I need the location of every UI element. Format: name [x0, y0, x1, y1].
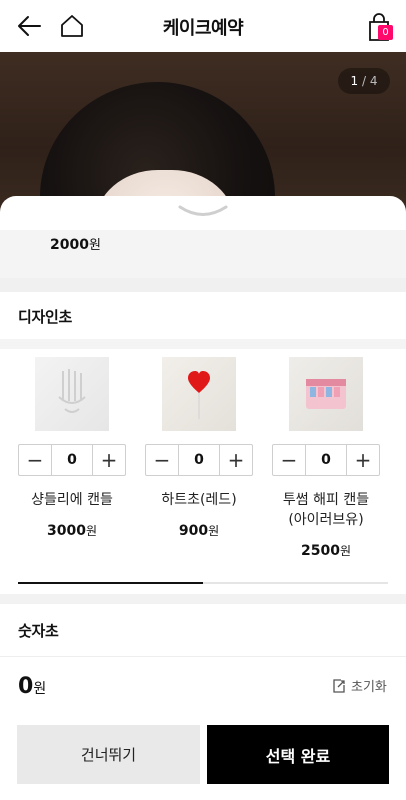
cart-count-badge: 0 [378, 25, 393, 40]
carousel-scrollbar[interactable] [18, 582, 388, 584]
option-bottom-sheet: 2000원 디자인초 − 0 + 샹들리에 캔들 3000원 − 0 + 하트초… [0, 196, 406, 800]
chevron-down-icon[interactable] [176, 204, 230, 220]
section-gap [0, 594, 406, 604]
heart-candle-graphic [188, 371, 210, 419]
previous-item-currency: 원 [88, 238, 101, 253]
confirm-selection-button[interactable]: 선택 완료 [207, 725, 389, 784]
product-currency: 원 [85, 524, 97, 538]
design-candle-title: 디자인초 [18, 308, 73, 326]
reset-button[interactable]: 초기화 [332, 676, 387, 695]
quantity-stepper: − 0 + [145, 444, 253, 476]
section-subband [0, 339, 406, 349]
product-price-value: 3000 [46, 523, 86, 539]
happy-candle-box-image[interactable] [289, 357, 363, 431]
image-counter-current: 1 [350, 74, 359, 88]
product-price-value: 2500 [300, 543, 340, 559]
product-name: 샹들리에 캔들 [31, 492, 113, 508]
quantity-value[interactable]: 0 [306, 445, 346, 475]
product-price: 2500원 [261, 542, 391, 559]
previous-item-price-value: 2000 [50, 237, 89, 253]
product-currency: 원 [208, 524, 220, 538]
app-bar: 케이크예약 0 [0, 0, 406, 52]
increase-button[interactable]: + [346, 445, 379, 475]
total-currency: 원 [33, 681, 47, 697]
product-name: 하트초(레드) [161, 492, 237, 508]
page-title: 케이크예약 [162, 18, 244, 39]
product-currency: 원 [339, 544, 351, 558]
product-name-line: 투썸 해피 캔들 [282, 492, 370, 508]
chandelier-candle-graphic [58, 369, 86, 413]
previous-item-price: 2000원 [50, 234, 101, 253]
increase-button[interactable]: + [219, 445, 252, 475]
divider [0, 656, 406, 657]
product-price: 900원 [134, 522, 264, 539]
decrease-button[interactable]: − [19, 445, 52, 475]
chandelier-candle-image[interactable] [35, 357, 109, 431]
happy-candle-box-graphic [306, 379, 346, 409]
quantity-stepper: − 0 + [272, 444, 380, 476]
reset-label: 초기화 [351, 680, 387, 695]
quantity-value[interactable]: 0 [52, 445, 92, 475]
product-price: 3000원 [7, 522, 137, 539]
hero-image[interactable]: 1 / 4 [0, 52, 406, 212]
reset-icon [333, 678, 345, 693]
skip-button[interactable]: 건너뛰기 [17, 725, 200, 784]
carousel-scroll-thumb[interactable] [18, 582, 203, 584]
product-name: 투썸 해피 캔들 (아이러브유) [261, 490, 391, 530]
section-gap [0, 278, 406, 292]
decrease-button[interactable]: − [146, 445, 179, 475]
increase-button[interactable]: + [92, 445, 125, 475]
product-name-line: (아이러브유) [288, 512, 364, 528]
red-heart-candle-image[interactable] [162, 357, 236, 431]
total-price-value: 0 [18, 674, 34, 699]
number-candle-title: 숫자초 [18, 622, 59, 640]
quantity-value[interactable]: 0 [179, 445, 219, 475]
image-counter: 1 / 4 [338, 68, 390, 94]
total-price: 0원 [18, 674, 46, 699]
image-counter-total: 4 [369, 74, 378, 88]
image-counter-separator: / [358, 74, 370, 88]
product-price-value: 900 [178, 523, 209, 539]
decrease-button[interactable]: − [273, 445, 306, 475]
quantity-stepper: − 0 + [18, 444, 126, 476]
